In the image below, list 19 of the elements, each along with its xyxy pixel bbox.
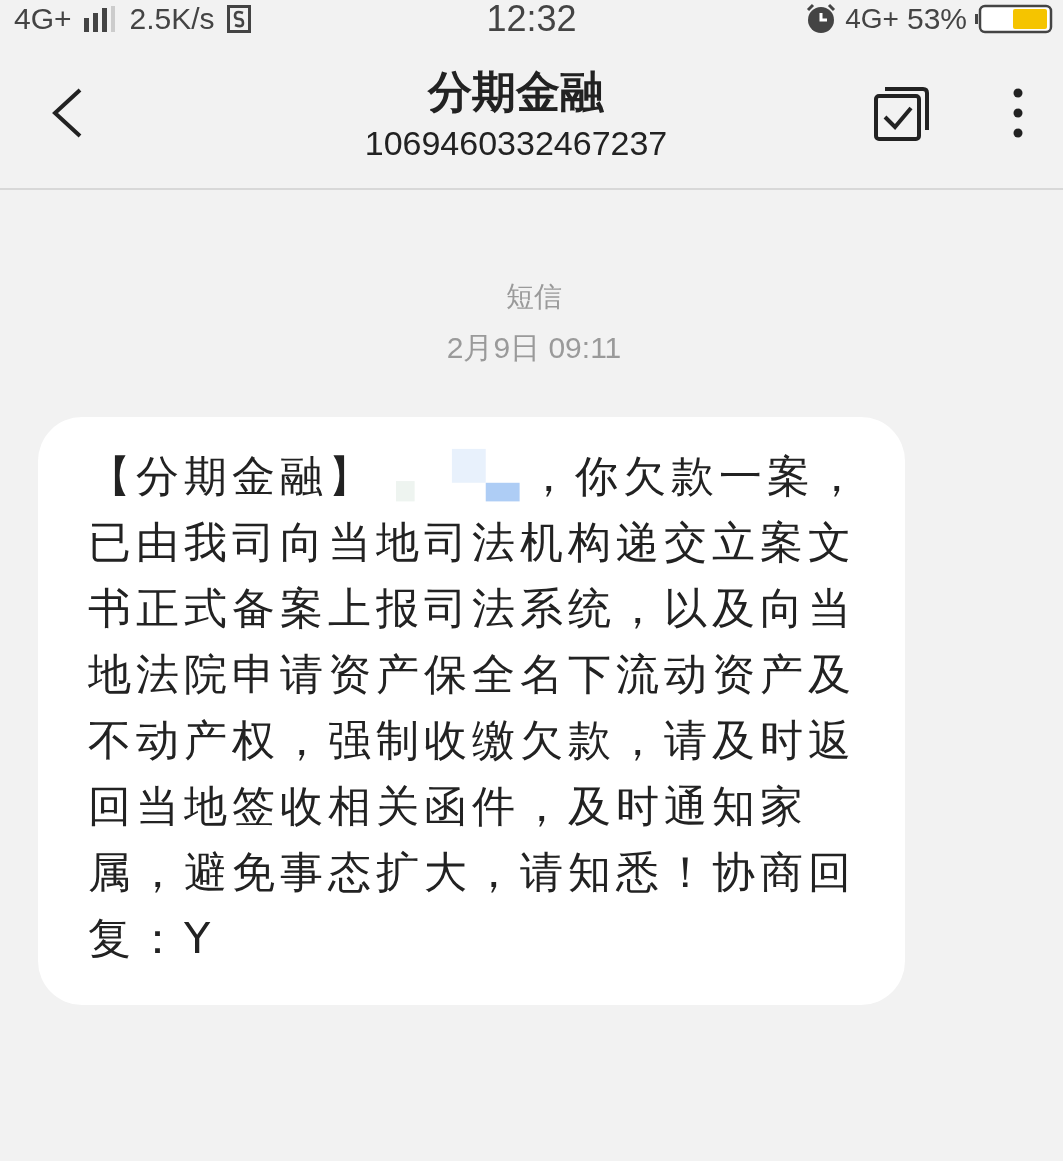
network-speed: 2.5K/s: [129, 2, 215, 36]
s-icon: [226, 5, 251, 33]
signal-icon: [83, 6, 118, 32]
message-text: 【分期金融】: [88, 450, 376, 503]
multi-select-button[interactable]: [873, 84, 931, 142]
network-type: 4G+: [845, 3, 899, 35]
more-button[interactable]: [1013, 88, 1023, 138]
phone-number: 1069460332467237: [364, 124, 668, 163]
channel-label: 短信: [506, 279, 562, 315]
alarm-icon: [805, 3, 838, 35]
message-timestamp: 2月9日 09:11: [446, 330, 622, 366]
battery-icon: [975, 4, 1053, 34]
contact-name: 分期金融: [428, 65, 604, 119]
clock-time: 12:32: [486, 0, 577, 40]
battery-percent: 53%: [906, 2, 967, 36]
message-text: ，你欠款一案，: [527, 450, 863, 503]
message-text: 已由我司向当地司法机构递交立案文书正式备案上报司法系统，以及向当地法院申请资产保全名下流动资产及不动产权，强制收缴欠款，请及时返回当地签收相关函件，及时通知家属，避免事态扩大，请知悉！协商回复：Y: [88, 516, 857, 965]
back-button[interactable]: [50, 87, 84, 139]
network-type: 4G+: [14, 2, 72, 36]
